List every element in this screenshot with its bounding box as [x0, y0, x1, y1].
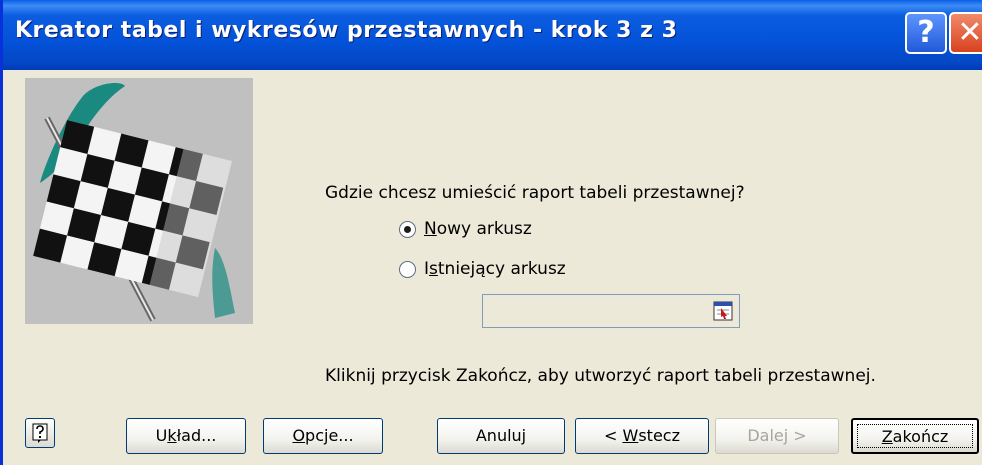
layout-button[interactable]: Układ... [126, 418, 246, 454]
location-input[interactable] [482, 294, 740, 328]
finish-button[interactable]: Zakończ [851, 418, 979, 454]
window-title: Kreator tabel i wykresów przestawnych - … [15, 18, 678, 43]
radio-new-sheet-label[interactable]: Nowy arkusz [424, 219, 532, 239]
finish-hint: Kliknij przycisk Zakończ, aby utworzyć r… [325, 366, 876, 386]
radio-existing-sheet-label[interactable]: Istniejący arkusz [424, 259, 566, 279]
help-button[interactable] [25, 418, 55, 448]
titlebar-close-button[interactable]: ✕ [949, 12, 982, 54]
title-bar: Kreator tabel i wykresów przestawnych - … [3, 0, 982, 70]
options-button[interactable]: Opcje... [263, 418, 383, 454]
checkered-flag-image [25, 78, 253, 324]
back-button[interactable]: < Wstecz [575, 418, 709, 454]
help-icon [32, 423, 48, 443]
placement-question: Gdzie chcesz umieścić raport tabeli prze… [325, 183, 745, 203]
titlebar-help-button[interactable]: ? [905, 12, 947, 54]
range-select-icon[interactable] [713, 301, 733, 321]
close-icon: ✕ [957, 15, 982, 50]
radio-existing-sheet[interactable] [399, 261, 416, 278]
flag-icon [33, 83, 235, 322]
next-button[interactable]: Dalej > [715, 418, 839, 454]
wizard-dialog: Kreator tabel i wykresów przestawnych - … [0, 0, 982, 465]
cancel-button[interactable]: Anuluj [437, 418, 565, 454]
radio-new-sheet[interactable] [399, 221, 416, 238]
question-mark-icon: ? [917, 15, 935, 50]
